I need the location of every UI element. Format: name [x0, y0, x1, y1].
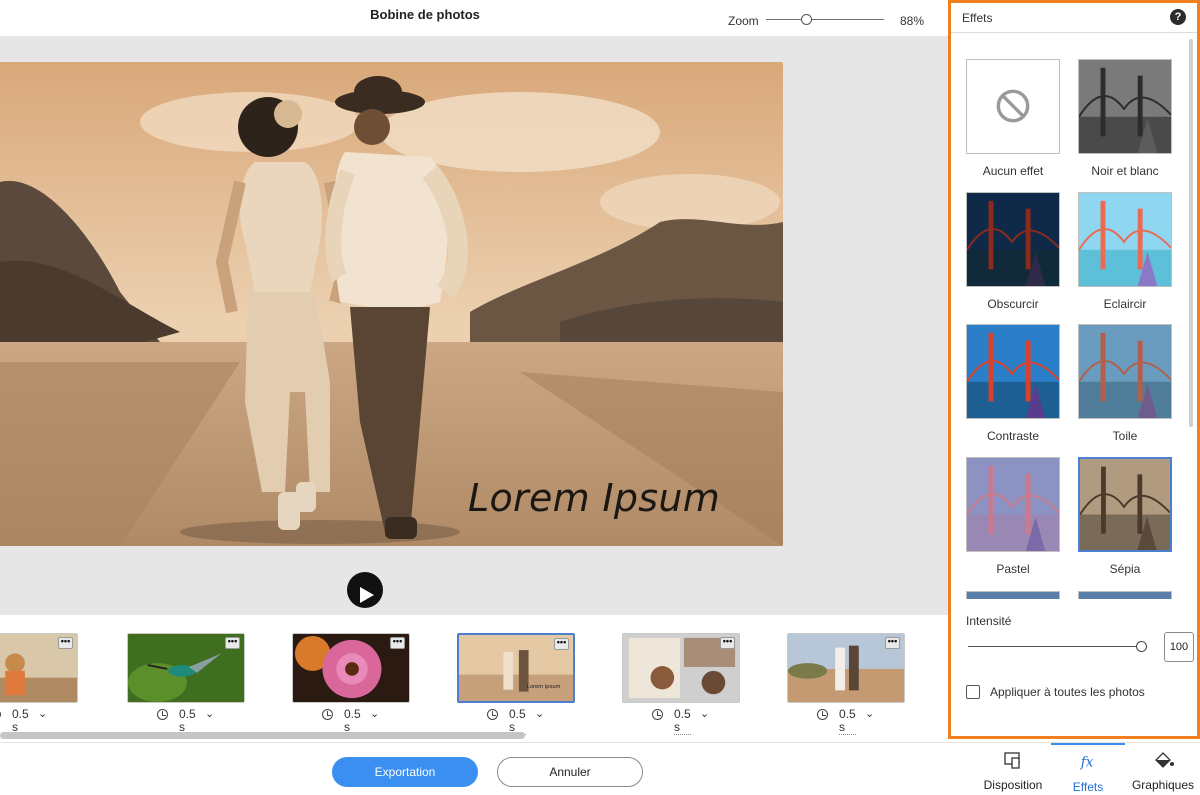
intensity-slider-track[interactable] [968, 646, 1144, 647]
effect-sepia-selected[interactable]: Sépia [1078, 457, 1172, 576]
panel-title: Effets [962, 11, 993, 25]
graphics-bucket-icon [1155, 752, 1174, 768]
tab-effects[interactable]: fx Effets [1051, 743, 1125, 795]
effect-darken[interactable]: Obscurcir [966, 192, 1060, 311]
duration-value[interactable]: 0.5 s [344, 708, 361, 735]
tab-label: Disposition [983, 778, 1043, 792]
zoom-label: Zoom [728, 14, 759, 28]
filmstrip-thumb-4-selected[interactable]: Lorem Ipsum ••• [457, 633, 575, 703]
effects-scrollbar[interactable] [1189, 39, 1193, 427]
zoom-slider-track[interactable] [766, 19, 884, 20]
thumb-more-button[interactable]: ••• [554, 638, 569, 650]
fx-icon: fx [1080, 755, 1094, 771]
duration-value[interactable]: 0.5 s [179, 708, 196, 735]
effect-black-white[interactable]: Noir et blanc [1078, 59, 1172, 178]
no-effect-icon [967, 60, 1059, 153]
tab-label: Effets [1072, 780, 1104, 794]
chevron-down-icon[interactable]: ⌄ [535, 707, 544, 720]
divider [951, 32, 1197, 33]
clock-icon [652, 709, 663, 720]
tab-graphics[interactable]: Graphiques [1130, 743, 1196, 795]
preview-photo: Lorem Ipsum [0, 62, 783, 546]
clock-icon [322, 709, 333, 720]
effect-label: Noir et blanc [1091, 164, 1159, 178]
effect-label: Obscurcir [987, 297, 1039, 311]
effect-lighten[interactable]: Eclaircir [1078, 192, 1172, 311]
bottom-bar: Exportation Annuler Disposition fx Effet… [0, 742, 1200, 795]
intensity-value-field[interactable]: 100 [1164, 632, 1194, 662]
chevron-down-icon[interactable]: ⌄ [865, 707, 874, 720]
effect-thumbnail [1078, 59, 1172, 154]
clock-icon [817, 709, 828, 720]
effect-thumbnail-partial[interactable] [1078, 591, 1172, 599]
duration-value[interactable]: 0.5 s [509, 708, 526, 735]
play-icon [360, 587, 374, 603]
apply-all-checkbox[interactable] [966, 685, 980, 699]
effect-thumbnail [1078, 457, 1172, 552]
top-bar: Bobine de photos Zoom 88% [0, 0, 948, 36]
help-icon[interactable]: ? [1170, 9, 1186, 25]
sepia-photo-couple [0, 62, 783, 546]
effect-thumbnail [1078, 324, 1172, 419]
filmstrip-scrollbar[interactable] [0, 732, 525, 739]
chevron-down-icon[interactable]: ⌄ [370, 707, 379, 720]
tab-label: Graphiques [1131, 778, 1195, 792]
overlay-text[interactable]: Lorem Ipsum [468, 476, 720, 520]
effect-label: Contraste [986, 429, 1040, 443]
tab-disposition[interactable]: Disposition [978, 743, 1048, 795]
effect-label: Toile [1112, 429, 1138, 443]
filmstrip-thumb-6[interactable]: ••• [787, 633, 905, 703]
preview-stage: Lorem Ipsum [0, 36, 948, 615]
cancel-button[interactable]: Annuler [497, 757, 643, 787]
effect-contrast[interactable]: Contraste [966, 324, 1060, 443]
effect-pastel[interactable]: Pastel [966, 457, 1060, 576]
effect-thumbnail [1078, 192, 1172, 287]
duration-value[interactable]: 0.5 s [12, 708, 29, 735]
effect-thumbnail [966, 457, 1060, 552]
thumb-more-button[interactable]: ••• [225, 637, 240, 649]
effect-thumbnail [966, 324, 1060, 419]
intensity-label: Intensité [966, 614, 1012, 628]
effect-none[interactable]: Aucun effet [966, 59, 1060, 178]
zoom-slider-handle[interactable] [801, 14, 812, 25]
thumb-more-button[interactable]: ••• [720, 637, 735, 649]
effects-panel: Effets ? Aucun effet Noir et blanc Obscu… [948, 0, 1200, 739]
chevron-down-icon[interactable]: ⌄ [38, 707, 47, 720]
clock-icon [487, 709, 498, 720]
play-button[interactable] [347, 572, 383, 608]
apply-all-label[interactable]: Appliquer à toutes les photos [990, 685, 1145, 699]
export-button[interactable]: Exportation [332, 757, 478, 787]
effect-thumbnail [966, 59, 1060, 154]
layout-devices-icon [1004, 752, 1020, 769]
thumb-more-button[interactable]: ••• [390, 637, 405, 649]
filmstrip-thumb-3[interactable]: ••• [292, 633, 410, 703]
effect-label: Aucun effet [982, 164, 1044, 178]
effect-label: Sépia [1109, 562, 1141, 576]
duration-value[interactable]: 0.5 s [674, 708, 691, 735]
chevron-down-icon[interactable]: ⌄ [205, 707, 214, 720]
page-title: Bobine de photos [370, 7, 480, 22]
filmstrip: ••• 0.5 s ⌄ ••• 0.5 s ⌄ ••• 0.5 s ⌄ Lore… [0, 615, 948, 742]
clock-icon [157, 709, 168, 720]
clock-icon [0, 709, 1, 720]
filmstrip-thumb-5[interactable]: ••• [622, 633, 740, 703]
intensity-slider-handle[interactable] [1136, 641, 1147, 652]
thumb-more-button[interactable]: ••• [58, 637, 73, 649]
svg-text:Lorem Ipsum: Lorem Ipsum [527, 684, 561, 690]
effect-thumbnail-partial[interactable] [966, 591, 1060, 599]
effect-label: Eclaircir [1103, 297, 1147, 311]
svg-text:fx: fx [1080, 755, 1094, 771]
effect-thumbnail [966, 192, 1060, 287]
duration-value[interactable]: 0.5 s [839, 708, 856, 735]
zoom-value: 88% [900, 14, 925, 28]
chevron-down-icon[interactable]: ⌄ [700, 707, 709, 720]
filmstrip-thumb-2[interactable]: ••• [127, 633, 245, 703]
effect-label: Pastel [996, 562, 1030, 576]
effect-canvas[interactable]: Toile [1078, 324, 1172, 443]
thumb-more-button[interactable]: ••• [885, 637, 900, 649]
filmstrip-thumb-1[interactable]: ••• [0, 633, 78, 703]
